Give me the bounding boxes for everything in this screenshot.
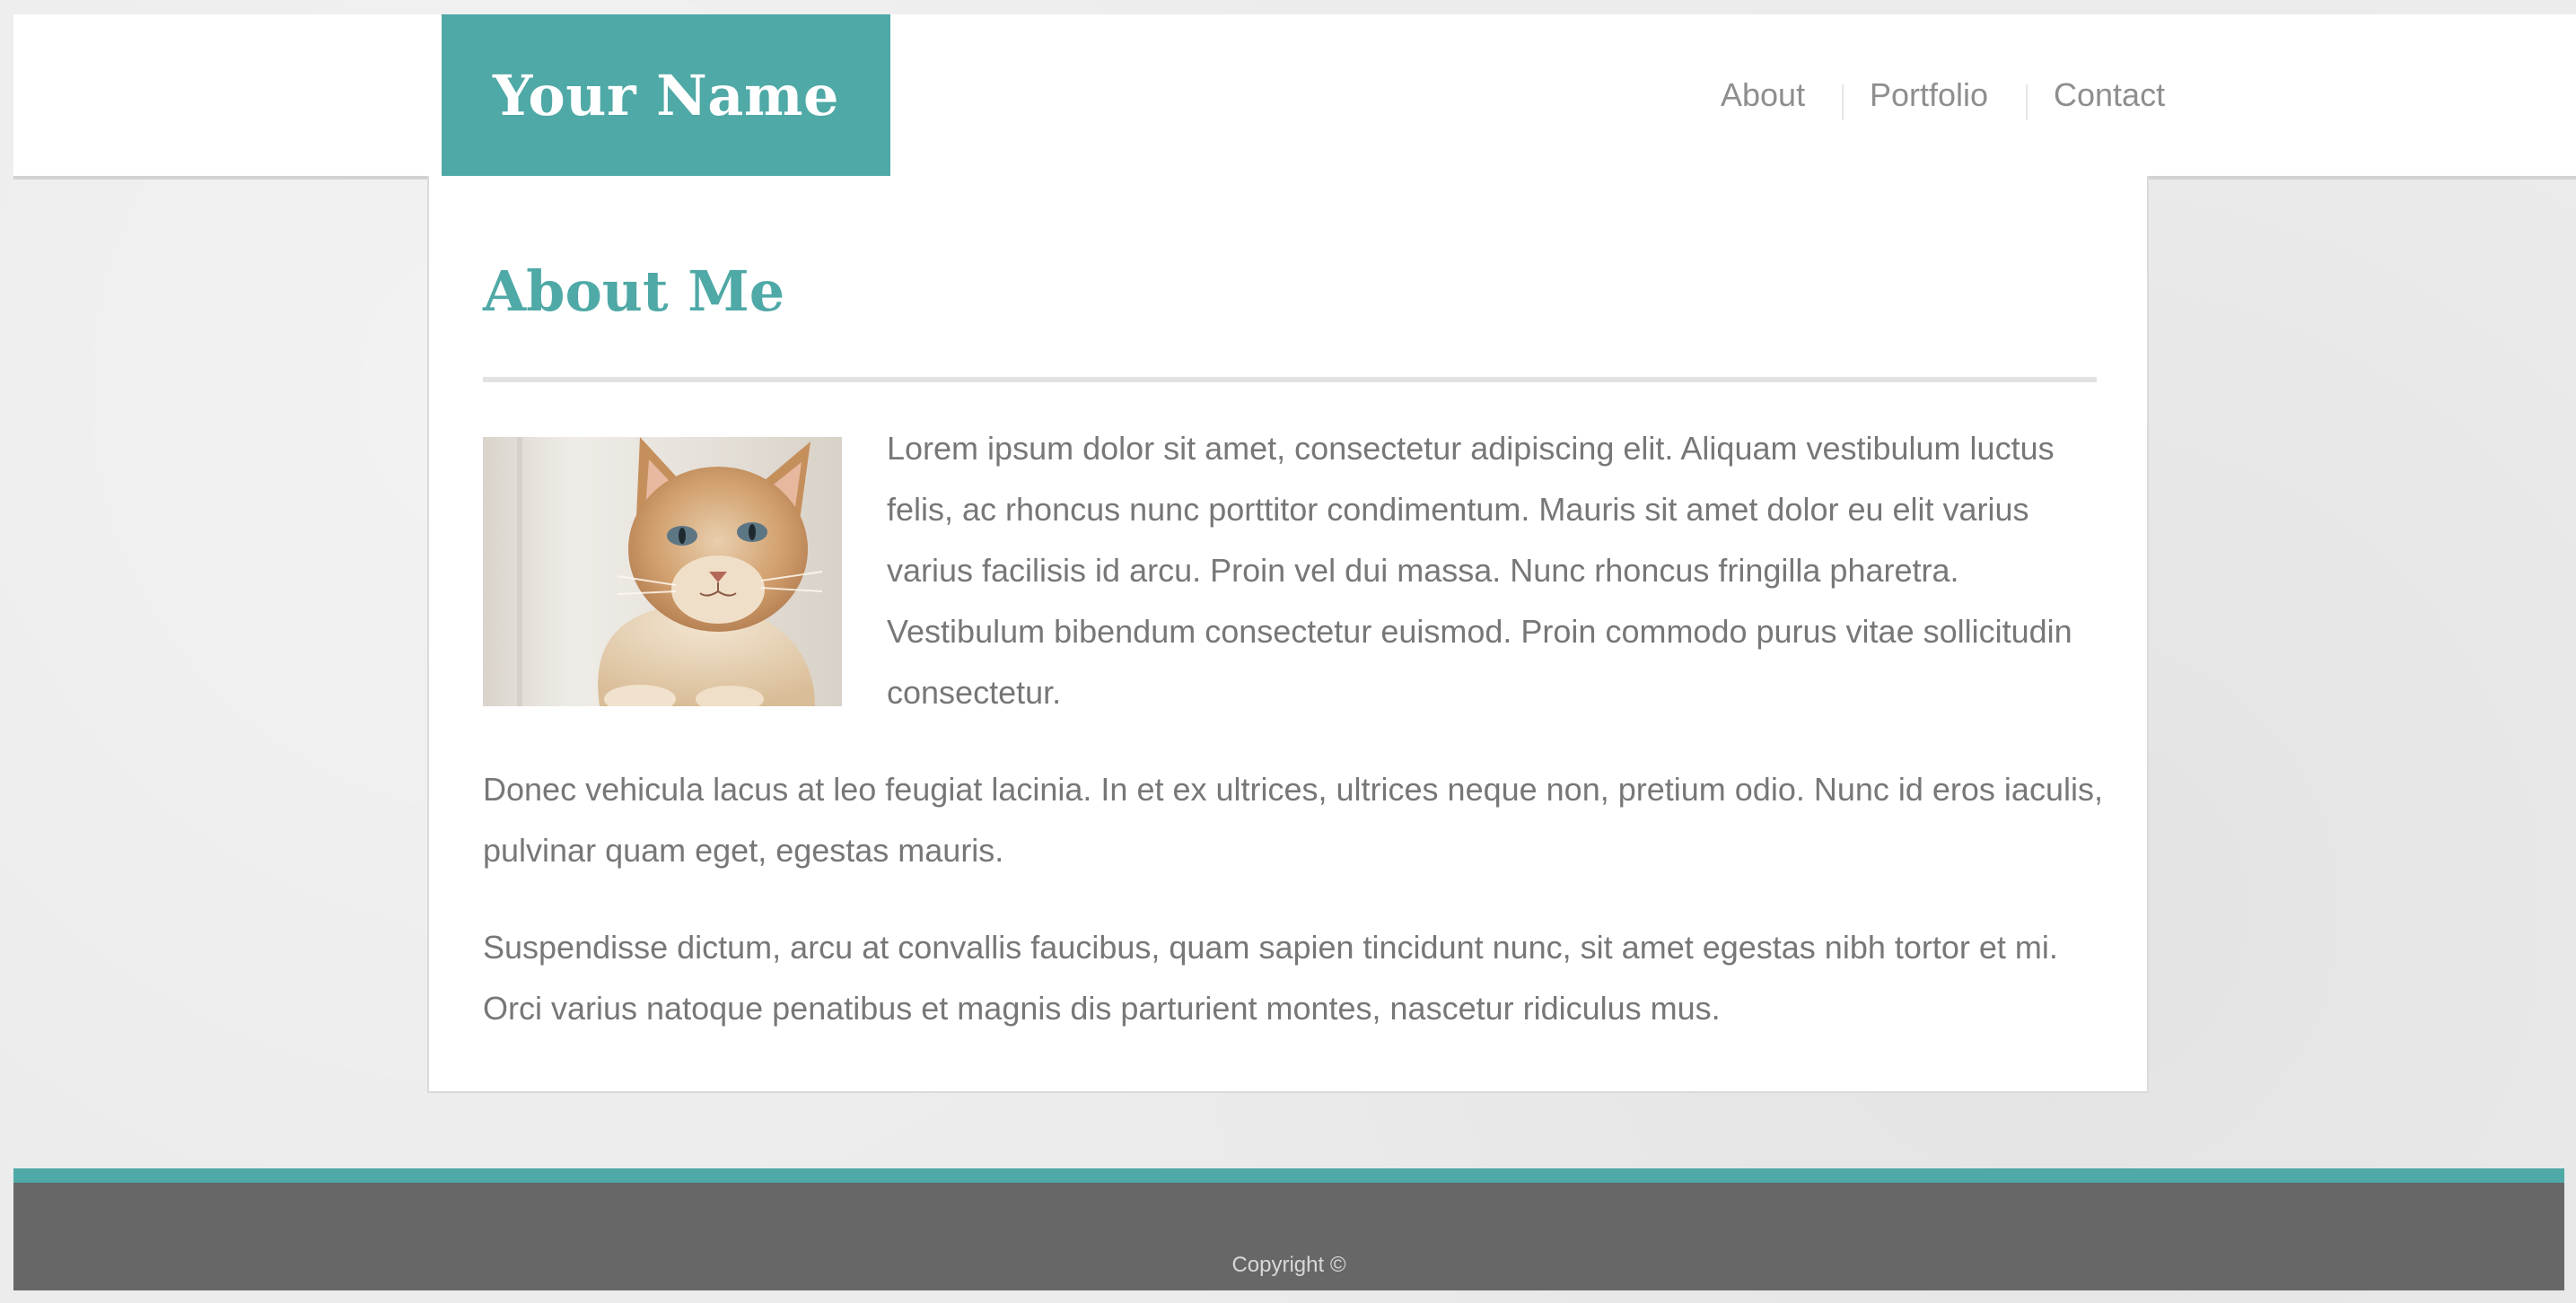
site-header <box>13 14 2576 179</box>
brand-name: Your Name <box>493 62 839 128</box>
copyright-text: Copyright © <box>1231 1253 1346 1277</box>
title-divider <box>483 377 2097 382</box>
cat-photo <box>483 437 842 706</box>
body-paragraph: Donec vehicula lacus at leo feugiat laci… <box>483 771 2103 869</box>
intro-paragraph: Lorem ipsum dolor sit amet, consectetur … <box>887 430 2072 711</box>
site-footer: Copyright © <box>13 1183 2564 1290</box>
brand-logo[interactable]: Your Name <box>442 14 890 176</box>
cat-image <box>483 437 842 706</box>
nav-contact[interactable]: Contact <box>2054 14 2165 176</box>
nav-portfolio[interactable]: Portfolio <box>1870 14 1988 176</box>
page-title: About Me <box>483 258 785 324</box>
body-paragraph: Suspendisse dictum, arcu at convallis fa… <box>483 929 2058 1027</box>
nav-divider <box>1842 84 1844 120</box>
nav-about[interactable]: About <box>1721 14 1805 176</box>
footer-accent-bar <box>13 1168 2564 1183</box>
content-card: About Me Lorem ipsum dolor sit amet, con… <box>427 176 2149 1093</box>
nav-divider <box>2026 84 2028 120</box>
